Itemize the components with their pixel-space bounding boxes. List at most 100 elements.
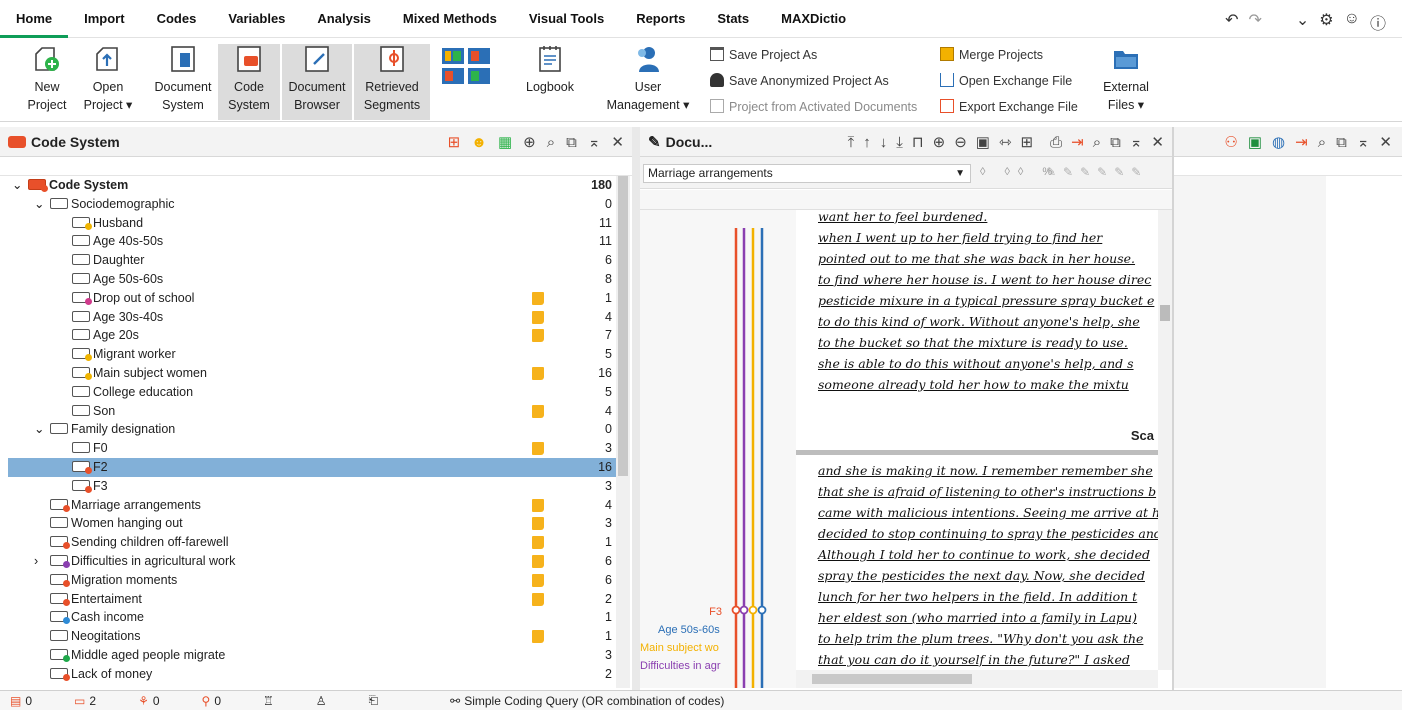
arrow-top-icon[interactable]: ⤒: [848, 134, 855, 151]
zoom-percent-icon[interactable]: ▣: [976, 133, 990, 151]
merge-projects-button[interactable]: Merge Projects: [940, 44, 1043, 66]
code-tree-row[interactable]: Age 20s 7: [8, 326, 616, 345]
expand-toggle-icon[interactable]: ⌄: [34, 195, 50, 214]
expand-toggle-icon[interactable]: ⌄: [12, 176, 28, 195]
status-doc-view[interactable]: ⎗: [369, 693, 379, 708]
memo-icon[interactable]: [532, 291, 544, 305]
handwritten-line[interactable]: decided to stop continuing to spray the …: [818, 523, 1158, 544]
right-undock-icon[interactable]: ⧉: [1336, 134, 1347, 151]
memo-icon[interactable]: [532, 366, 544, 380]
document-browser-button[interactable]: Document Browser: [282, 44, 352, 120]
memo-icon[interactable]: [532, 592, 544, 606]
user-management-button[interactable]: User Management ▾: [600, 44, 696, 120]
memo-icon[interactable]: [532, 536, 544, 550]
map-icon[interactable]: ⚇: [1224, 133, 1237, 151]
external-files-button[interactable]: External Files ▾: [1096, 44, 1156, 120]
code-tree-scrollbar[interactable]: [616, 176, 630, 688]
memo-icon[interactable]: [532, 517, 544, 531]
arrow-bottom-icon[interactable]: ⤓: [896, 134, 903, 151]
redo-icon[interactable]: ↷: [1248, 10, 1261, 34]
emoticode-icon[interactable]: ☻: [471, 134, 487, 151]
doc-minimize-icon[interactable]: ⌅: [1130, 133, 1143, 151]
help-icon[interactable]: ⓘ: [1370, 10, 1386, 34]
code-tree-row[interactable]: Age 50s-60s 8: [8, 270, 616, 289]
handwritten-line[interactable]: pointed out to me that she was back in h…: [818, 248, 1154, 269]
code-system-button[interactable]: Code System: [218, 44, 280, 120]
undock-icon[interactable]: ⧉: [566, 134, 577, 151]
memo-icon[interactable]: [532, 310, 544, 324]
code-tree-row[interactable]: Daughter 6: [8, 251, 616, 270]
right-minimize-icon[interactable]: ⌅: [1357, 133, 1370, 151]
expand-toggle-icon[interactable]: ›: [34, 552, 50, 571]
layout-grid-button[interactable]: [436, 44, 496, 120]
smiley-icon[interactable]: ☺: [1344, 10, 1360, 34]
fit-page-icon[interactable]: ⊞: [1021, 133, 1034, 151]
menu-reports[interactable]: Reports: [620, 0, 701, 38]
print-icon[interactable]: ⎙: [1050, 134, 1062, 151]
code-tree-row[interactable]: ⌄ Code System 180: [8, 176, 616, 195]
menu-codes[interactable]: Codes: [141, 0, 213, 38]
handwritten-line[interactable]: someone already told her how to make the…: [818, 374, 1154, 395]
handwritten-line[interactable]: spray the pesticides the next day. Now, …: [818, 565, 1158, 586]
undo-icon[interactable]: ↶: [1225, 10, 1238, 34]
panel-divider[interactable]: [632, 127, 640, 690]
code-tree-row[interactable]: College education 5: [8, 383, 616, 402]
menu-stats[interactable]: Stats: [701, 0, 765, 38]
right-export-icon[interactable]: ⇥: [1295, 133, 1308, 151]
code-tree-row[interactable]: › Difficulties in agricultural work 6: [8, 552, 616, 571]
code-tree-row[interactable]: Son 4: [8, 402, 616, 421]
stripe-label-difficulties[interactable]: Difficulties in agr: [640, 660, 736, 672]
doc-close-icon[interactable]: ✕: [1151, 133, 1164, 151]
open-project-button[interactable]: Open Project ▾: [80, 44, 136, 120]
document-system-button[interactable]: Document System: [150, 44, 216, 120]
save-anonymized-button[interactable]: Save Anonymized Project As: [710, 70, 889, 92]
code-tree-row[interactable]: Women hanging out 3: [8, 514, 616, 533]
memo-icon[interactable]: [532, 554, 544, 568]
handwritten-line[interactable]: to the bucket so that the mixture is rea…: [818, 332, 1154, 353]
arrow-down-icon[interactable]: ↓: [880, 134, 888, 151]
handwritten-line[interactable]: came with malicious intentions. Seeing m…: [818, 502, 1158, 523]
handwritten-line[interactable]: her eldest son (who married into a famil…: [818, 607, 1158, 628]
code-tree-row[interactable]: Main subject women 16: [8, 364, 616, 383]
code-tree-row[interactable]: Marriage arrangements 4: [8, 496, 616, 515]
handwritten-line[interactable]: she is able to do this without anyone's …: [818, 353, 1154, 374]
code-tree-row[interactable]: F2 16: [8, 457, 616, 477]
code-tree-scroll-thumb[interactable]: [618, 176, 628, 476]
gear-icon[interactable]: ⚙: [1319, 10, 1333, 34]
doc-scroll-thumb[interactable]: [1160, 305, 1170, 321]
stripe-label-main-subject[interactable]: Main subject wo: [640, 642, 736, 654]
right-search-icon[interactable]: ⌕: [1318, 134, 1326, 151]
code-tree-row[interactable]: Entertaiment 2: [8, 590, 616, 609]
doc-undock-icon[interactable]: ⧉: [1110, 134, 1121, 151]
code-tree-row[interactable]: Husband 11: [8, 214, 616, 233]
menu-maxdictio[interactable]: MAXDictio: [765, 0, 862, 38]
status-user[interactable]: ♙: [316, 694, 327, 708]
handwritten-line[interactable]: that she is afraid of listening to other…: [818, 481, 1158, 502]
zoom-out-icon[interactable]: ⊖: [954, 133, 967, 151]
doc-vertical-scrollbar[interactable]: [1158, 210, 1172, 670]
expand-toggle-icon[interactable]: ⌄: [34, 420, 50, 439]
stripe-label-age[interactable]: Age 50s-60s: [658, 624, 720, 636]
code-tree-row[interactable]: F0 3: [8, 439, 616, 458]
handwritten-line[interactable]: want her to feel burdened.: [818, 210, 1154, 227]
new-code-icon[interactable]: ⊞: [448, 133, 461, 151]
code-tree-row[interactable]: Migration moments 6: [8, 571, 616, 590]
code-tree-row[interactable]: Lack of money 2: [8, 665, 616, 684]
memo-icon[interactable]: [532, 573, 544, 587]
handwritten-line[interactable]: and she is making it now. I remember rem…: [818, 460, 1158, 481]
menu-visual-tools[interactable]: Visual Tools: [513, 0, 620, 38]
menu-home[interactable]: Home: [0, 0, 69, 38]
stripe-label-f3[interactable]: F3: [709, 606, 722, 618]
table-icon[interactable]: ▦: [498, 133, 512, 151]
globe-icon[interactable]: ◍: [1272, 133, 1285, 151]
code-tree-row[interactable]: Neogitations 1: [8, 627, 616, 646]
memo-icon[interactable]: [532, 442, 544, 456]
export-doc-icon[interactable]: ⇥: [1071, 133, 1084, 151]
logbook-button[interactable]: Logbook: [520, 44, 580, 120]
handwritten-line[interactable]: pesticide mixure in a typical pressure s…: [818, 290, 1154, 311]
doc-search-icon[interactable]: ⌕: [1093, 134, 1101, 151]
add-code-icon[interactable]: ⊕: [523, 133, 536, 151]
project-from-activated-button[interactable]: Project from Activated Documents: [710, 96, 917, 118]
right-filter-row[interactable]: [1174, 158, 1402, 176]
code-tree-row[interactable]: F3 3: [8, 477, 616, 496]
